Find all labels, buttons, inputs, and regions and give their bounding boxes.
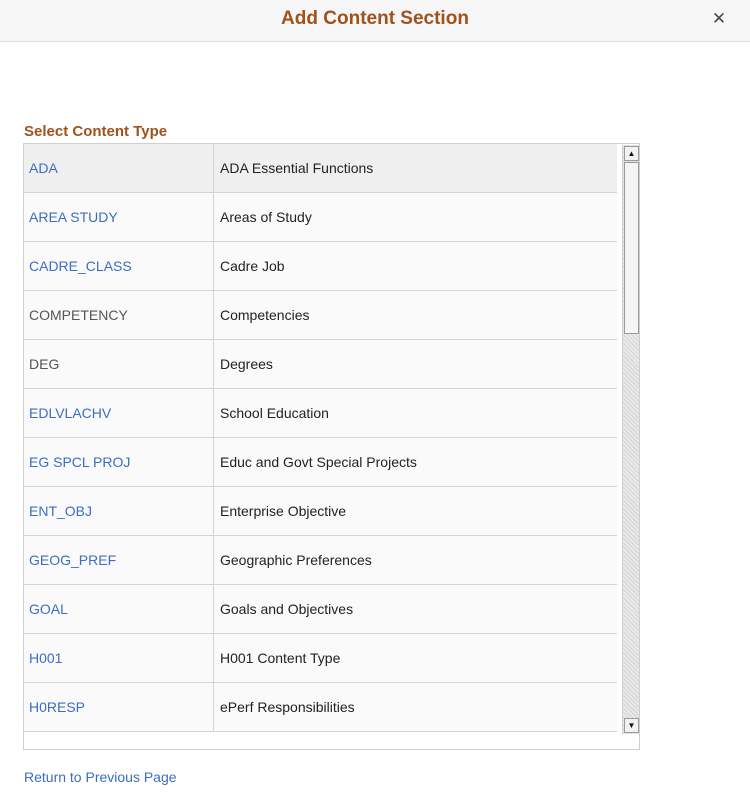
content-type-code-link[interactable]: H001 — [24, 634, 214, 682]
return-to-previous-page-link[interactable]: Return to Previous Page — [24, 769, 177, 785]
table-row: CADRE_CLASS Cadre Job — [24, 242, 617, 291]
scroll-down-button[interactable]: ▼ — [624, 718, 639, 733]
grid-rows: ADA ADA Essential Functions AREA STUDY A… — [24, 144, 617, 733]
content-type-description: Geographic Preferences — [220, 552, 372, 568]
table-row: DEG Degrees — [24, 340, 617, 389]
content-type-description: ADA Essential Functions — [220, 160, 374, 176]
content-type-code-link[interactable]: H0RESP — [24, 683, 214, 731]
scroll-up-button[interactable]: ▲ — [624, 146, 639, 161]
table-row: EDLVLACHV School Education — [24, 389, 617, 438]
content-type-description: ePerf Responsibilities — [220, 699, 355, 715]
table-row: GEOG_PREF Geographic Preferences — [24, 536, 617, 585]
content-type-grid: ADA ADA Essential Functions AREA STUDY A… — [23, 143, 640, 750]
content-type-code-link[interactable]: EDLVLACHV — [24, 389, 214, 437]
section-label: Select Content Type — [24, 123, 168, 140]
content-type-code-link[interactable]: CADRE_CLASS — [24, 242, 214, 290]
content-type-code-link[interactable]: ENT_OBJ — [24, 487, 214, 535]
content-type-description: Goals and Objectives — [220, 601, 354, 617]
content-type-description: Competencies — [220, 307, 310, 323]
close-button[interactable]: ✕ — [710, 9, 728, 29]
table-row: H0RESP ePerf Responsibilities — [24, 683, 617, 732]
table-row: ADA ADA Essential Functions — [24, 144, 617, 193]
content-type-code-link[interactable]: AREA STUDY — [24, 193, 214, 241]
table-row: GOAL Goals and Objectives — [24, 585, 617, 634]
content-type-description: Enterprise Objective — [220, 503, 347, 519]
caret-up-icon: ▲ — [627, 149, 636, 158]
content-type-code-link[interactable]: GEOG_PREF — [24, 536, 214, 584]
table-row: AREA STUDY Areas of Study — [24, 193, 617, 242]
content-type-code-link[interactable]: GOAL — [24, 585, 214, 633]
caret-down-icon: ▼ — [627, 721, 636, 730]
dialog-header: Add Content Section ✕ — [0, 0, 750, 42]
content-type-description: H001 Content Type — [220, 650, 341, 666]
content-type-description: Degrees — [220, 356, 273, 372]
dialog-title: Add Content Section — [281, 8, 469, 29]
content-type-description: Educ and Govt Special Projects — [220, 454, 417, 470]
vertical-scrollbar[interactable]: ▲ ▼ — [622, 145, 639, 734]
content-type-description: Areas of Study — [220, 209, 312, 225]
table-row: COMPETENCY Competencies — [24, 291, 617, 340]
content-type-code-link[interactable]: EG SPCL PROJ — [24, 438, 214, 486]
close-icon: ✕ — [711, 9, 727, 28]
content-type-code-link[interactable]: ADA — [24, 144, 214, 192]
table-row: H001 H001 Content Type — [24, 634, 617, 683]
content-type-description: Cadre Job — [220, 258, 285, 274]
content-type-code: DEG — [24, 340, 214, 388]
scrollbar-thumb[interactable] — [624, 162, 639, 334]
content-type-description: School Education — [220, 405, 329, 421]
table-row: ENT_OBJ Enterprise Objective — [24, 487, 617, 536]
table-row: EG SPCL PROJ Educ and Govt Special Proje… — [24, 438, 617, 487]
content-type-code: COMPETENCY — [24, 291, 214, 339]
